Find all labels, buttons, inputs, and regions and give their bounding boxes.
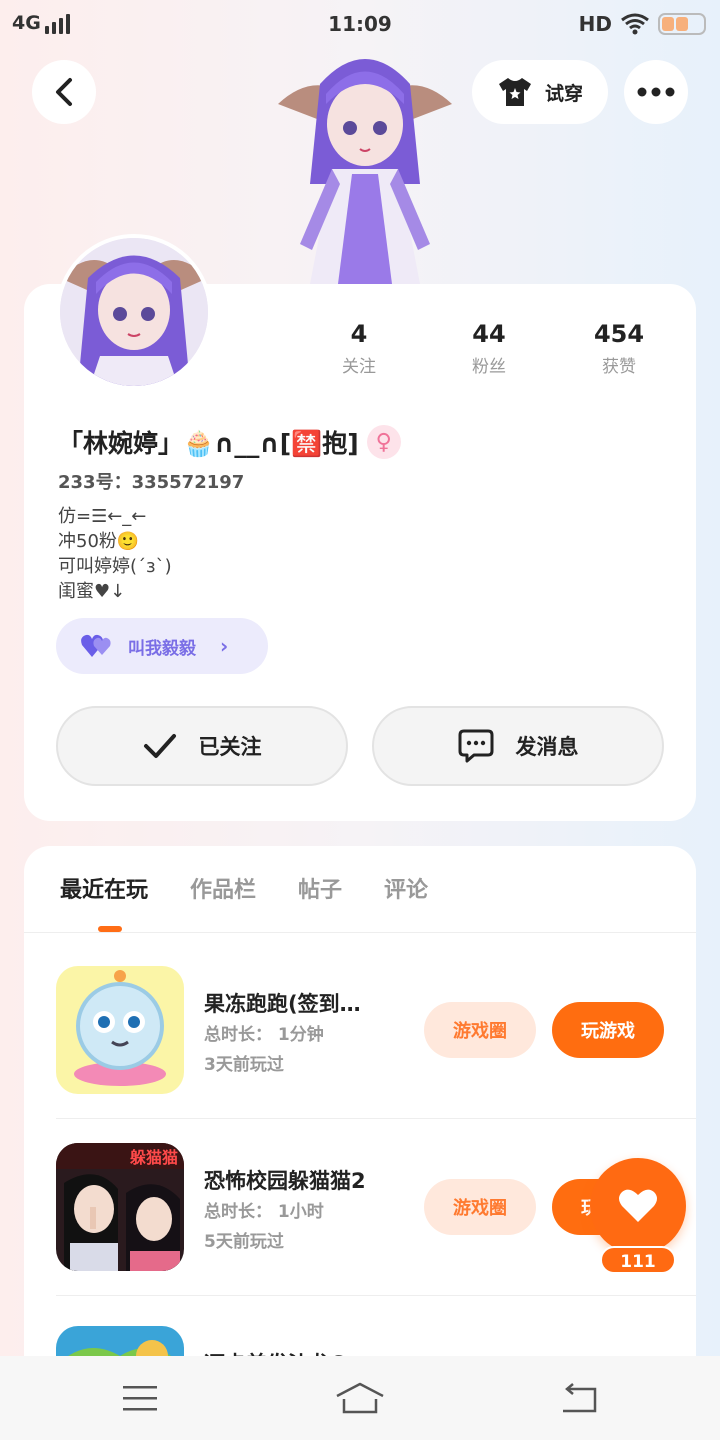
tshirt-icon [498,78,531,106]
relationship-tag[interactable]: 叫我毅毅 › [56,618,268,674]
game-last-played: 5天前玩过 [204,1232,284,1252]
profile-avatar[interactable] [56,234,212,390]
gender-female-icon: ♀ [366,425,401,459]
following-count: 4 [350,320,368,348]
following-label: 关注 [342,357,376,377]
play-game-button[interactable]: 玩游戏 [552,1002,664,1058]
game-icon-jelly-run[interactable] [56,966,184,1094]
nickname-text: 「林婉婷」🧁∩__∩[🈲抱] [58,429,359,458]
hd-indicator: HD [578,12,612,36]
chevron-right-icon: › [220,634,229,658]
followers-label: 粉丝 [472,357,506,377]
status-bar: 4G 11:09 HD [0,0,720,50]
row-divider [56,1295,696,1296]
like-count: 111 [600,1246,676,1274]
bio-line: 可叫婷婷(´з`) [58,556,172,577]
more-button[interactable] [624,60,688,124]
likes-count: 454 [593,320,645,348]
battery-icon [658,13,706,35]
row-divider [56,1118,696,1119]
wifi-icon [621,13,649,35]
profile-stats: 4 关注 44 粉丝 454 获赞 [304,320,674,377]
followers-count: 44 [472,320,506,348]
more-dots-icon [637,87,675,97]
tab-recently-played[interactable]: 最近在玩 [60,872,148,932]
follow-button[interactable]: 已关注 [56,706,348,786]
message-label: 发消息 [515,735,579,759]
avatar-character-image[interactable] [270,44,460,288]
horror-school-image: 躲猫猫 [56,1143,184,1271]
game-circle-button[interactable]: 游戏圈 [424,1002,536,1058]
game-duration: 总时长： 1小时 [204,1202,324,1222]
tab-comments[interactable]: 评论 [384,872,428,904]
heart-icon [619,1189,657,1222]
activity-card: 最近在玩 作品栏 帖子 评论 果冻跑跑(签到… 总时长： 1分钟 3天前玩过 游… [24,846,696,1440]
tab-bar: 最近在玩 作品栏 帖子 评论 [60,872,428,932]
game-icon-text: 躲猫猫 [130,1148,178,1167]
system-nav-bar [0,1356,720,1440]
chevron-left-icon [56,78,72,106]
back-arrow-icon [563,1383,597,1413]
game-icon-horror-school[interactable]: 躲猫猫 [56,1143,184,1271]
nickname: 「林婉婷」🧁∩__∩[🈲抱] ♀ [58,424,401,460]
home-icon [336,1382,384,1414]
like-button[interactable] [590,1158,686,1254]
game-last-played: 3天前玩过 [204,1055,284,1075]
game-row[interactable]: 果冻跑跑(签到… 总时长： 1分钟 3天前玩过 游戏圈 玩游戏 [56,966,696,1094]
game-title: 恐怖校园躲猫猫2 [204,1169,366,1193]
message-button[interactable]: 发消息 [372,706,664,786]
tag-label: 叫我毅毅 [128,638,196,659]
stat-following[interactable]: 4 关注 [304,320,414,377]
home-button[interactable] [330,1376,390,1420]
tab-works[interactable]: 作品栏 [190,872,256,904]
stat-likes[interactable]: 454 获赞 [564,320,674,377]
checkmark-icon [143,734,176,758]
try-on-label: 试穿 [544,82,583,105]
tabs-divider [24,932,696,933]
bio-line: 冲50粉🙂 [58,531,140,552]
user-id: 233号：335572197 [58,472,245,493]
game-duration: 总时长： 1分钟 [204,1025,324,1045]
game-title: 果冻跑跑(签到… [204,992,361,1016]
try-on-button[interactable]: 试穿 [472,60,608,124]
jelly-character-image [56,966,184,1094]
bio: 仿=☰←_← 冲50粉🙂 可叫婷婷(´з`) 闺蜜♥↓ [58,504,172,604]
back-button[interactable] [32,60,96,124]
avatar-portrait-image [60,238,208,386]
likes-label: 获赞 [602,357,636,377]
bio-line: 仿=☰←_← [58,506,147,527]
menu-button[interactable] [110,1376,170,1420]
stat-followers[interactable]: 44 粉丝 [434,320,544,377]
back-nav-button[interactable] [550,1376,610,1420]
double-heart-icon [81,634,111,657]
tab-posts[interactable]: 帖子 [298,872,342,904]
follow-label: 已关注 [198,735,262,759]
chat-bubble-icon [458,729,493,763]
bio-line: 闺蜜♥↓ [58,581,126,602]
game-circle-button[interactable]: 游戏圈 [424,1179,536,1235]
menu-icon [123,1386,157,1411]
